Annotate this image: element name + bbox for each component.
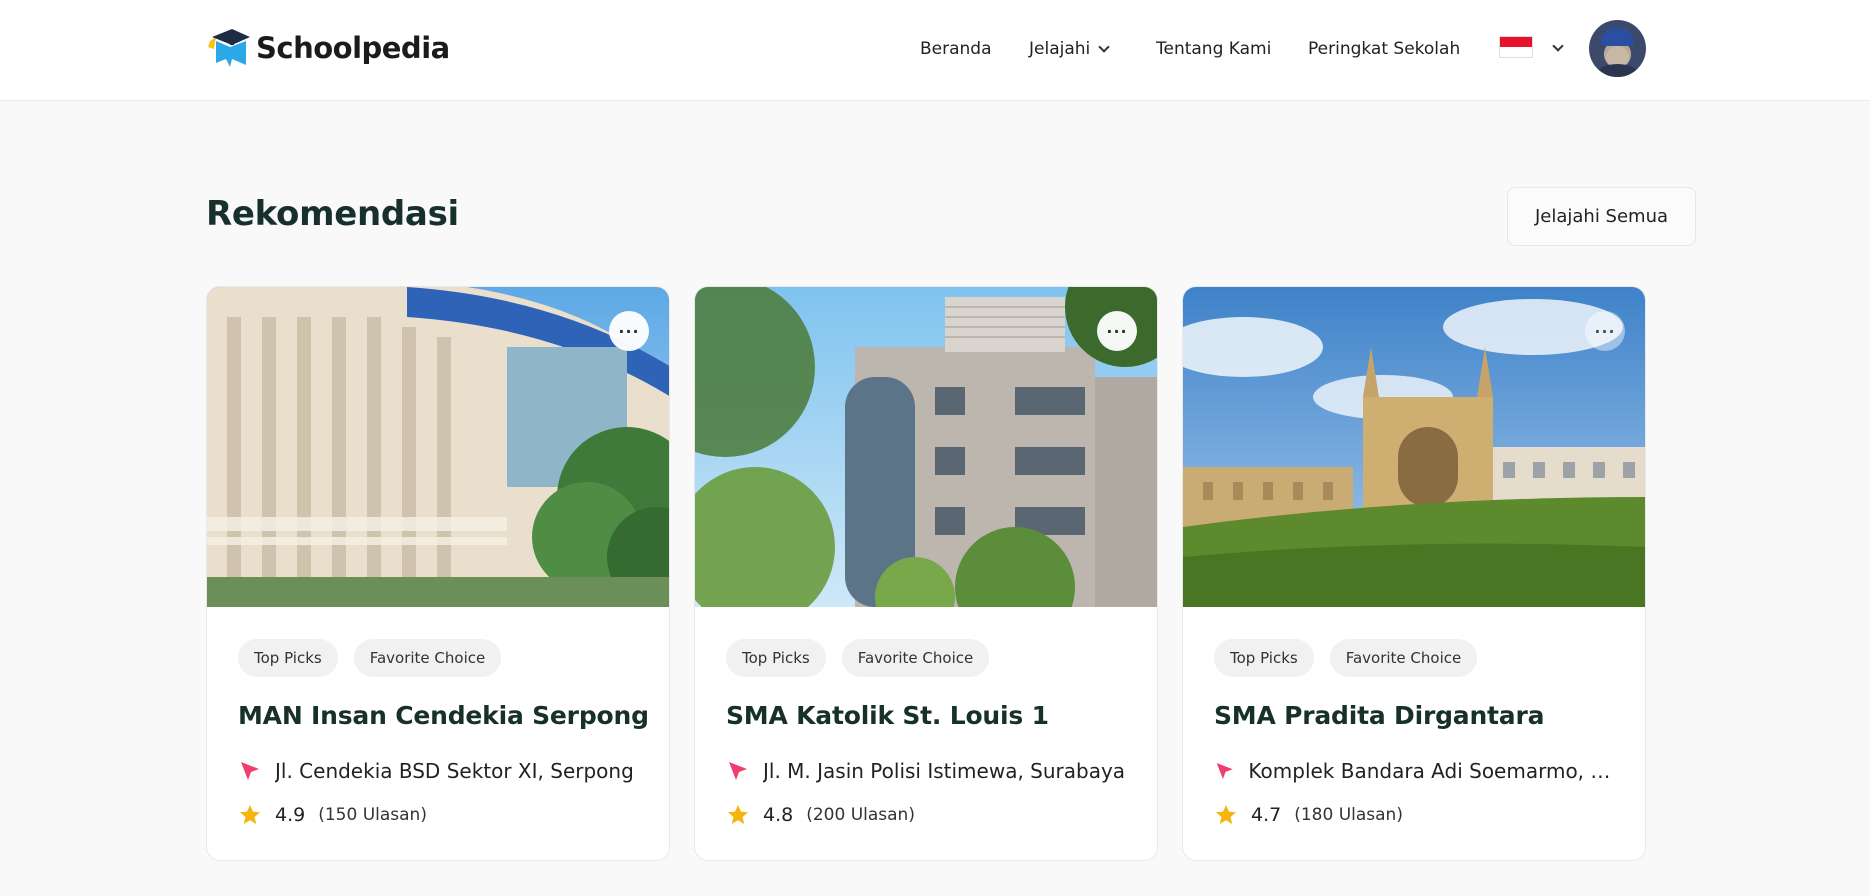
school-card[interactable]: ··· Top Picks Favorite Choice SMA Pradit… [1182,286,1646,861]
more-options-icon[interactable]: ··· [1585,311,1625,351]
tag-favorite-choice: Favorite Choice [841,639,990,677]
rating-score: 4.7 [1251,804,1282,826]
star-icon [728,805,748,824]
tag-list: Top Picks Favorite Choice [1214,639,1478,677]
nav-home[interactable]: Beranda [920,39,992,59]
review-count: (200 Ulasan) [806,805,915,825]
nav-explore[interactable]: Jelajahi [1029,39,1110,59]
tag-top-picks: Top Picks [238,639,338,677]
location-arrow-icon [729,762,747,780]
address-text: Jl. Cendekia BSD Sektor XI, Serpong [275,759,634,783]
school-address: Jl. Cendekia BSD Sektor XI, Serpong [238,759,648,783]
tag-favorite-choice: Favorite Choice [1329,639,1478,677]
indonesia-flag-icon[interactable] [1499,36,1533,58]
address-text: Jl. M. Jasin Polisi Istimewa, Surabaya [763,759,1126,783]
logo[interactable]: Schoolpedia [206,27,450,69]
school-image: ··· [695,287,1157,607]
school-address: Komplek Bandara Adi Soemarmo, Boyolali [1214,759,1624,783]
tag-top-picks: Top Picks [1214,639,1314,677]
nav-explore-label: Jelajahi [1029,39,1091,59]
tag-list: Top Picks Favorite Choice [238,639,502,677]
user-avatar[interactable] [1589,20,1646,77]
school-card[interactable]: ··· Top Picks Favorite Choice MAN Insan … [206,286,670,861]
rating: 4.9 (150 Ulasan) [238,803,427,827]
tag-favorite-choice: Favorite Choice [353,639,502,677]
address-text: Komplek Bandara Adi Soemarmo, Boyolali [1248,759,1624,783]
section-title: Rekomendasi [206,194,459,234]
more-options-icon[interactable]: ··· [1097,311,1137,351]
explore-all-button[interactable]: Jelajahi Semua [1507,187,1696,246]
review-count: (180 Ulasan) [1294,805,1403,825]
language-chevron-down-icon[interactable] [1552,40,1564,52]
graduation-cap-icon [206,27,252,69]
more-options-icon[interactable]: ··· [609,311,649,351]
rating-score: 4.9 [275,804,306,826]
nav-about[interactable]: Tentang Kami [1156,39,1271,59]
review-count: (150 Ulasan) [318,805,427,825]
school-card[interactable]: ··· Top Picks Favorite Choice SMA Katoli… [694,286,1158,861]
school-address: Jl. M. Jasin Polisi Istimewa, Surabaya [726,759,1136,783]
rating: 4.8 (200 Ulasan) [726,803,915,827]
rating: 4.7 (180 Ulasan) [1214,803,1403,827]
rating-score: 4.8 [763,804,794,826]
location-arrow-icon [241,762,259,780]
school-name[interactable]: SMA Katolik St. Louis 1 [726,701,1049,730]
nav-ranking[interactable]: Peringkat Sekolah [1308,39,1460,59]
location-arrow-icon [1216,762,1233,780]
school-image: ··· [1183,287,1645,607]
school-name[interactable]: SMA Pradita Dirgantara [1214,701,1544,730]
school-name[interactable]: MAN Insan Cendekia Serpong [238,701,649,730]
tag-top-picks: Top Picks [726,639,826,677]
top-navbar: Schoolpedia Beranda Jelajahi Tentang Kam… [0,0,1870,101]
star-icon [1216,805,1236,824]
brand-name: Schoolpedia [256,31,450,65]
tag-list: Top Picks Favorite Choice [726,639,990,677]
star-icon [240,805,260,824]
chevron-down-icon [1098,41,1110,53]
school-image: ··· [207,287,669,607]
